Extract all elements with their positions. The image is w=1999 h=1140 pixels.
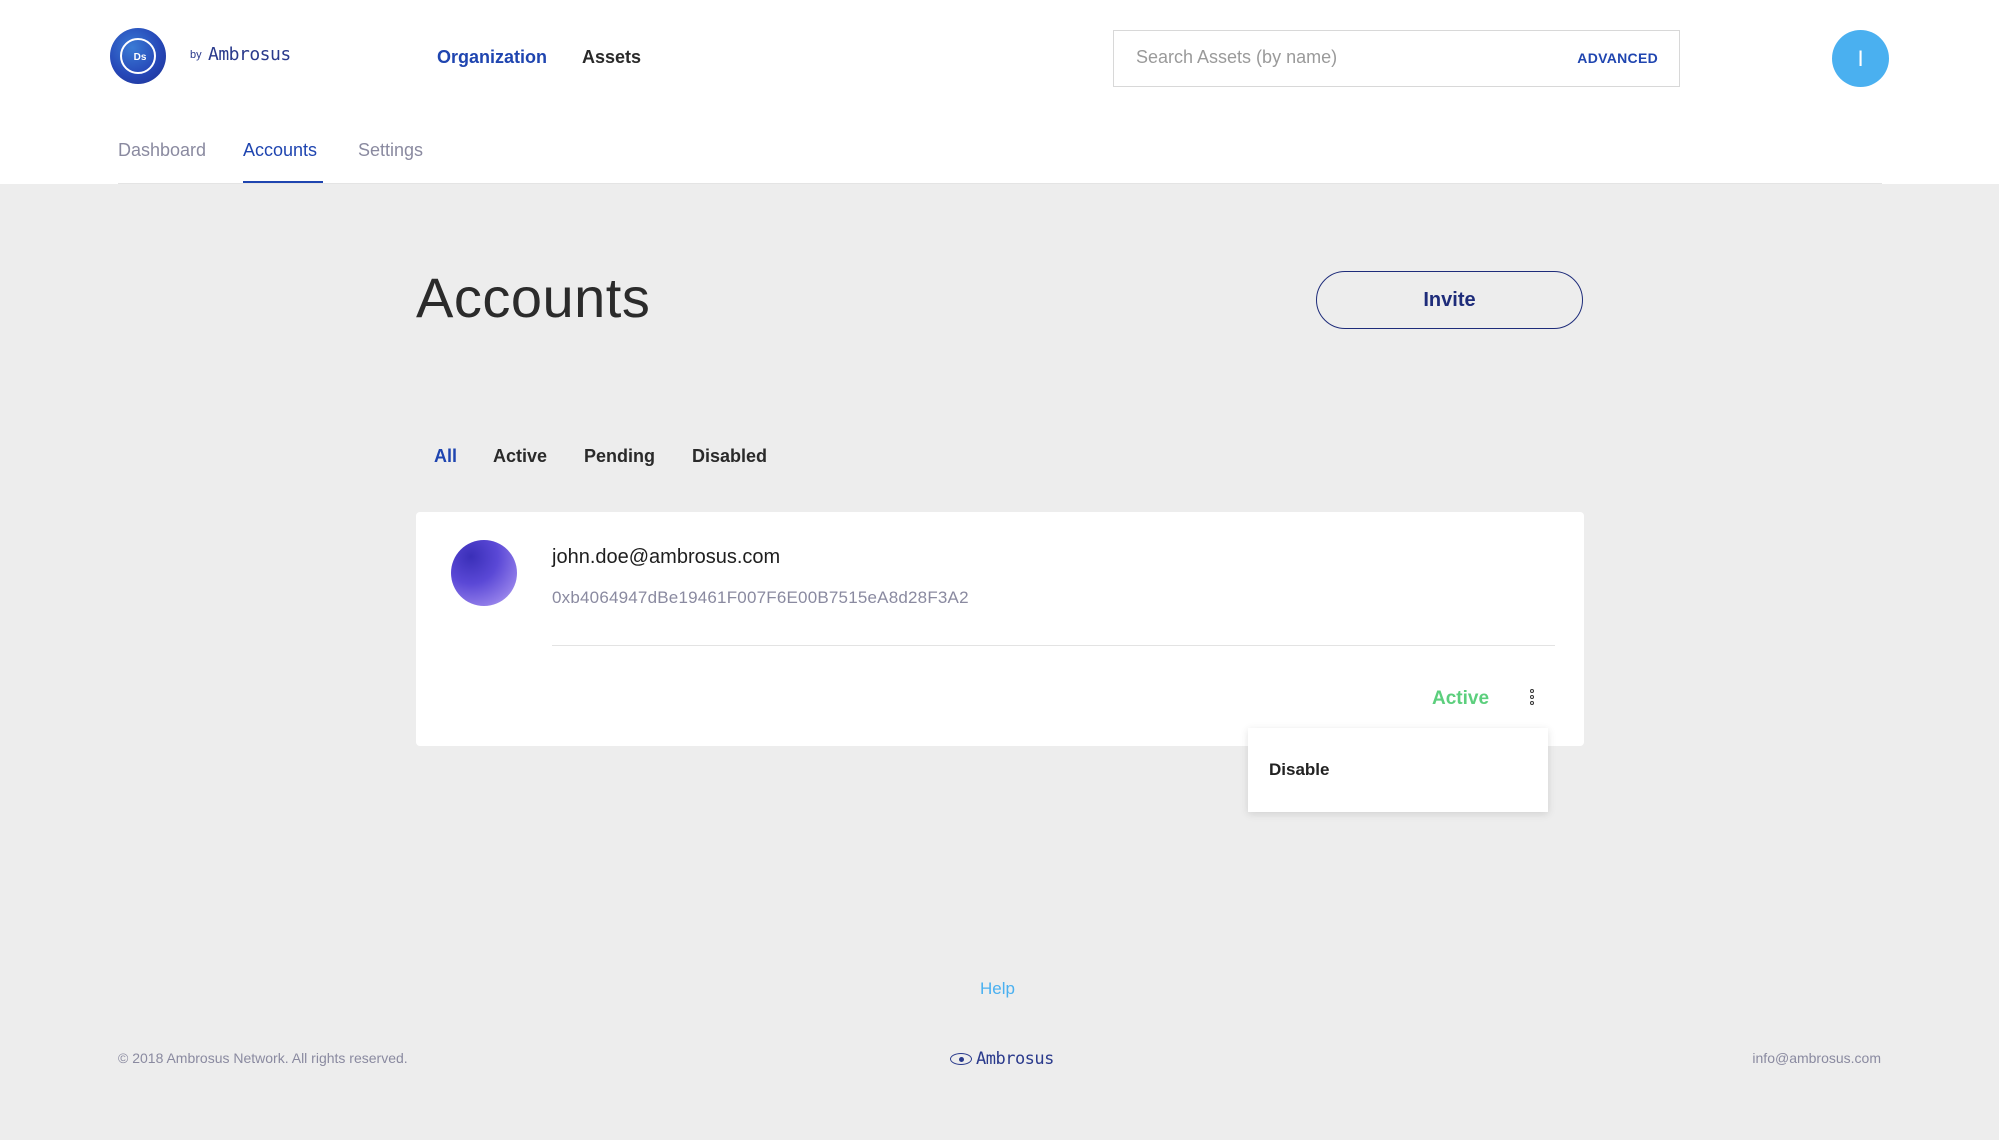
ds-logo-icon[interactable]: Ds — [110, 28, 166, 84]
page-title: Accounts — [416, 266, 651, 329]
search-box: ADVANCED — [1113, 30, 1680, 87]
nav-assets[interactable]: Assets — [582, 47, 641, 68]
status-badge: Active — [1432, 688, 1490, 709]
eye-icon — [950, 1053, 972, 1065]
advanced-search-button[interactable]: ADVANCED — [1577, 50, 1658, 66]
filter-all[interactable]: All — [434, 446, 457, 467]
card-divider — [552, 645, 1555, 646]
invite-button[interactable]: Invite — [1316, 271, 1583, 329]
filter-pending[interactable]: Pending — [584, 446, 655, 467]
tab-accounts[interactable]: Accounts — [243, 140, 317, 161]
account-actions-menu: Disable — [1248, 728, 1548, 812]
account-email: john.doe@ambrosus.com — [552, 546, 781, 568]
account-card: john.doe@ambrosus.com 0xb4064947dBe19461… — [416, 512, 1584, 746]
logo-text: Ds — [133, 52, 147, 63]
top-header: Ds by Ambrosus Organization Assets ADVAN… — [0, 0, 1999, 112]
search-input[interactable] — [1136, 47, 1536, 68]
copyright-text: © 2018 Ambrosus Network. All rights rese… — [118, 1050, 408, 1066]
sub-navigation: Dashboard Accounts Settings — [0, 112, 1999, 184]
subnav-divider — [118, 183, 1882, 184]
footer-brand: Ambrosus — [976, 1049, 1054, 1069]
account-address: 0xb4064947dBe19461F007F6E00B7515eA8d28F3… — [552, 588, 969, 607]
user-avatar[interactable]: I — [1832, 30, 1889, 87]
nav-organization[interactable]: Organization — [437, 47, 547, 68]
account-avatar — [451, 540, 517, 606]
help-link[interactable]: Help — [980, 979, 1015, 999]
filter-active[interactable]: Active — [493, 446, 547, 467]
filter-disabled[interactable]: Disabled — [692, 446, 767, 467]
kebab-menu-icon[interactable] — [1526, 688, 1538, 712]
menu-item-disable[interactable]: Disable — [1269, 760, 1329, 780]
tab-dashboard[interactable]: Dashboard — [118, 140, 206, 161]
logo-by-text: by — [190, 49, 202, 61]
brand-logo: Ambrosus — [208, 44, 291, 65]
tab-settings[interactable]: Settings — [358, 140, 423, 161]
footer-email-link[interactable]: info@ambrosus.com — [1752, 1050, 1881, 1066]
